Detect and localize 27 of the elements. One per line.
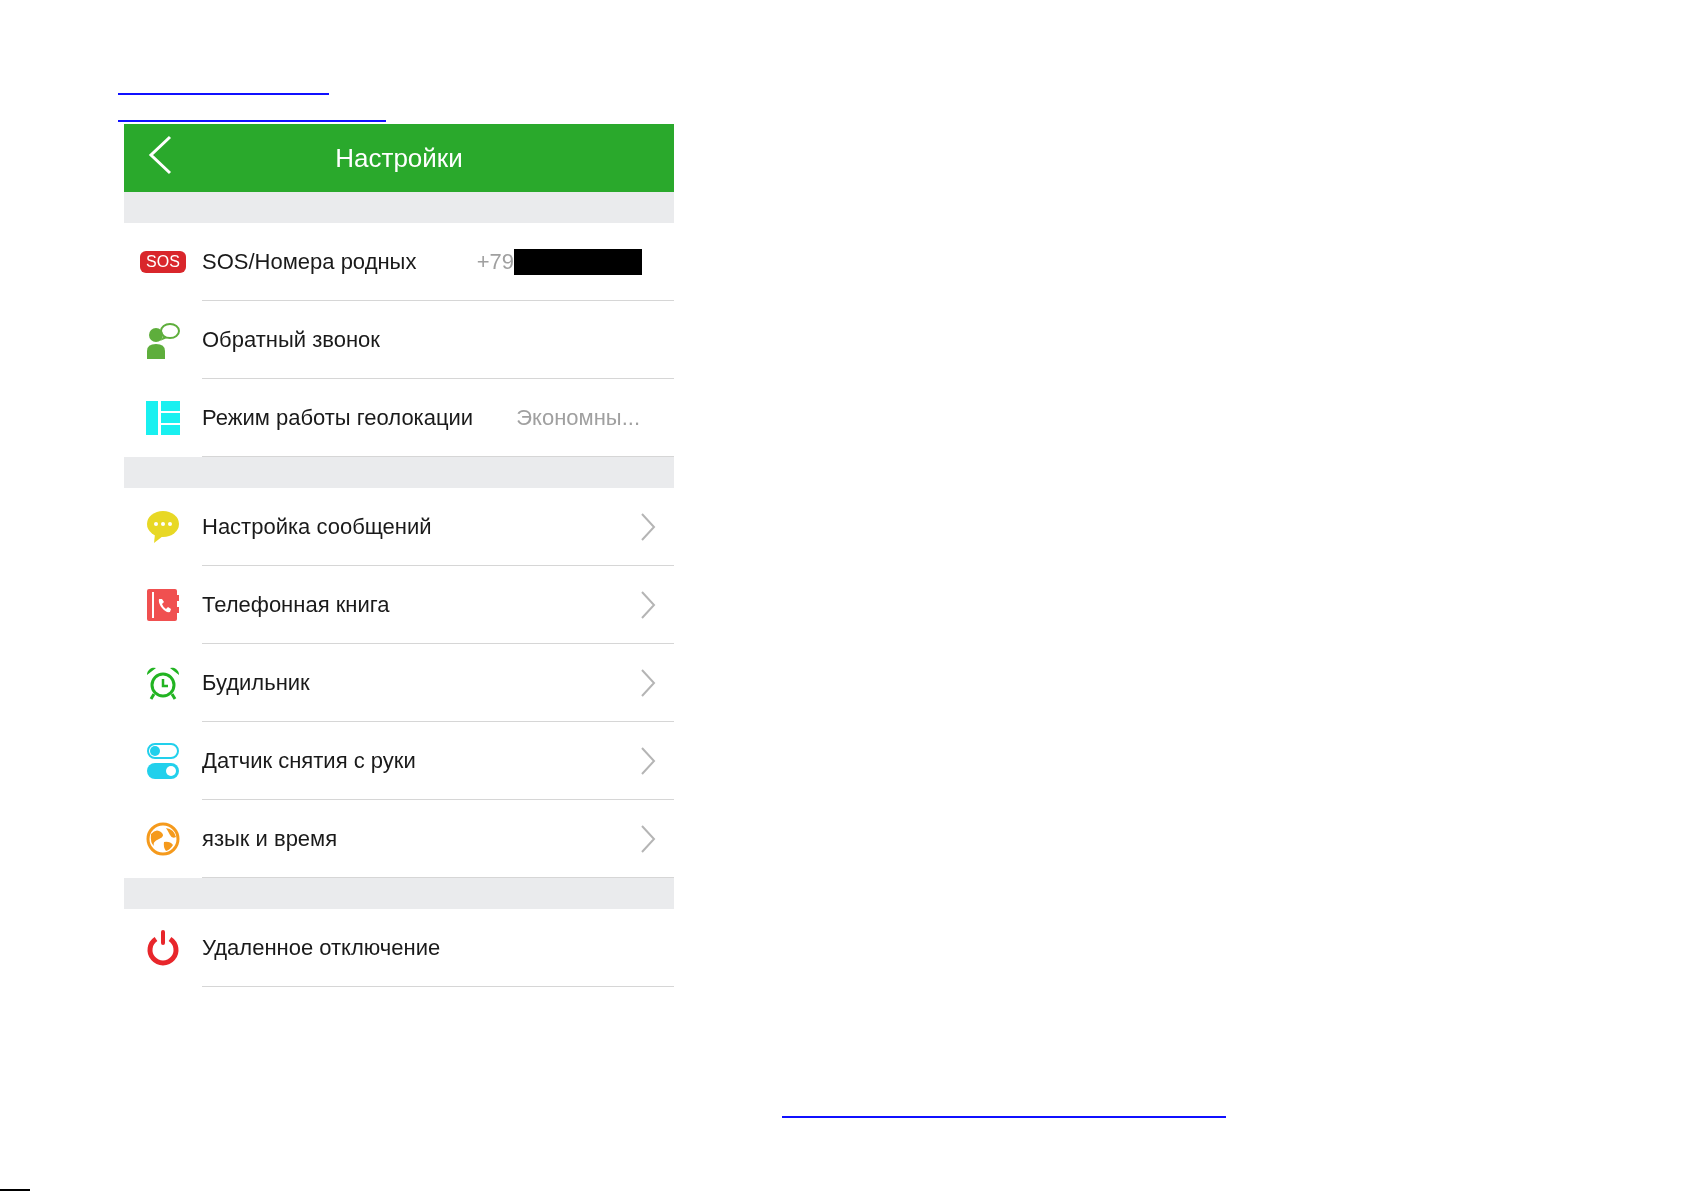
power-icon bbox=[146, 930, 180, 966]
globe-icon bbox=[146, 822, 180, 856]
toggles-icon bbox=[147, 743, 179, 779]
setting-label: Датчик снятия с руки bbox=[202, 747, 416, 775]
chevron-icon bbox=[640, 745, 656, 776]
back-icon bbox=[148, 135, 172, 175]
setting-label: Телефонная книга bbox=[202, 591, 390, 619]
setting-value: Экономны... bbox=[516, 404, 640, 432]
person-speech-icon bbox=[145, 321, 181, 359]
setting-label: язык и время bbox=[202, 825, 338, 853]
screen-title: Настройки bbox=[335, 141, 463, 175]
chevron-icon bbox=[640, 511, 656, 542]
setting-label: Будильник bbox=[202, 669, 310, 697]
setting-label: SOS/Номера родных bbox=[202, 248, 417, 276]
layout-icon bbox=[146, 401, 180, 435]
sos-badge: SOS bbox=[140, 251, 186, 273]
setting-value: +79 bbox=[476, 248, 514, 276]
chevron-icon bbox=[640, 589, 656, 620]
alarm-clock-icon bbox=[146, 666, 180, 700]
chat-bubble-icon bbox=[146, 510, 180, 544]
setting-label: Настройка сообщений bbox=[202, 513, 432, 541]
setting-label: Обратный звонок bbox=[202, 326, 380, 354]
chevron-icon bbox=[640, 667, 656, 698]
phone-book-icon bbox=[147, 589, 179, 621]
setting-label: Режим работы геолокации bbox=[202, 404, 474, 432]
setting-label: Удаленное отключение bbox=[202, 934, 441, 962]
chevron-icon bbox=[640, 823, 656, 854]
